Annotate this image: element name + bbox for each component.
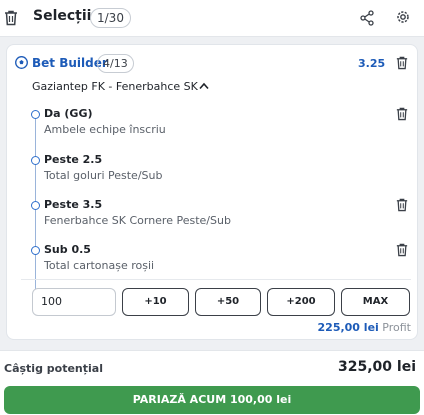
selection-item: Sub 0.5 Total cartonașe roșii [7,242,419,282]
timeline-dot [31,156,40,165]
match-name: Gaziantep FK - Fenerbahce SK [32,80,198,93]
timeline-dot [31,110,40,119]
football-icon [15,56,28,69]
selection-market: Fenerbahce SK Cornere Peste/Sub [44,214,231,227]
betslip-header: Selecții 1/30 [0,0,424,37]
selections-count-badge: 1/30 [90,8,131,28]
timeline-dot [31,201,40,210]
place-bet-button[interactable]: PARIAZĂ ACUM 100,00 lei [4,386,420,414]
trash-icon[interactable] [396,107,408,121]
selection-name: Peste 2.5 [44,153,103,166]
profit-label: Profit [382,321,411,334]
selection-name: Peste 3.5 [44,198,103,211]
divider [21,279,411,280]
selection-item: Peste 2.5 Total goluri Peste/Sub [7,152,419,192]
potential-win-label: Câștig potențial [4,362,103,375]
share-icon[interactable] [360,10,374,26]
trash-icon[interactable] [4,10,18,26]
selection-name: Da (GG) [44,107,93,120]
chevron-up-icon[interactable] [199,82,209,90]
profit-value: 225,00 lei [317,321,379,334]
selection-name: Sub 0.5 [44,243,91,256]
add-200-button[interactable]: +200 [267,288,335,316]
trash-icon[interactable] [396,198,408,212]
max-stake-button[interactable]: MAX [341,288,410,316]
bet-builder-odds: 3.25 [358,57,386,70]
potential-win-value: 325,00 lei [338,359,416,375]
selection-market: Total goluri Peste/Sub [44,169,163,182]
trash-icon[interactable] [396,56,408,70]
gear-icon[interactable] [395,9,411,25]
bet-builder-card: Bet Builder 4/13 3.25 Gaziantep FK - Fen… [6,44,418,340]
selection-market: Total cartonașe roșii [44,259,155,272]
stake-input[interactable]: 100 [32,288,116,316]
timeline-dot [31,246,40,255]
selection-item: Da (GG) Ambele echipe înscriu [7,106,419,146]
profit-row: 225,00 lei Profit [318,321,411,334]
betslip-footer: Câștig potențial 325,00 lei PARIAZĂ ACUM… [0,350,424,415]
selection-item: Peste 3.5 Fenerbahce SK Cornere Peste/Su… [7,197,419,237]
add-50-button[interactable]: +50 [195,288,261,316]
add-10-button[interactable]: +10 [122,288,189,316]
selection-market: Ambele echipe înscriu [44,123,166,136]
trash-icon[interactable] [396,243,408,257]
page-title: Selecții [33,8,92,24]
bet-builder-count-badge: 4/13 [97,54,134,73]
